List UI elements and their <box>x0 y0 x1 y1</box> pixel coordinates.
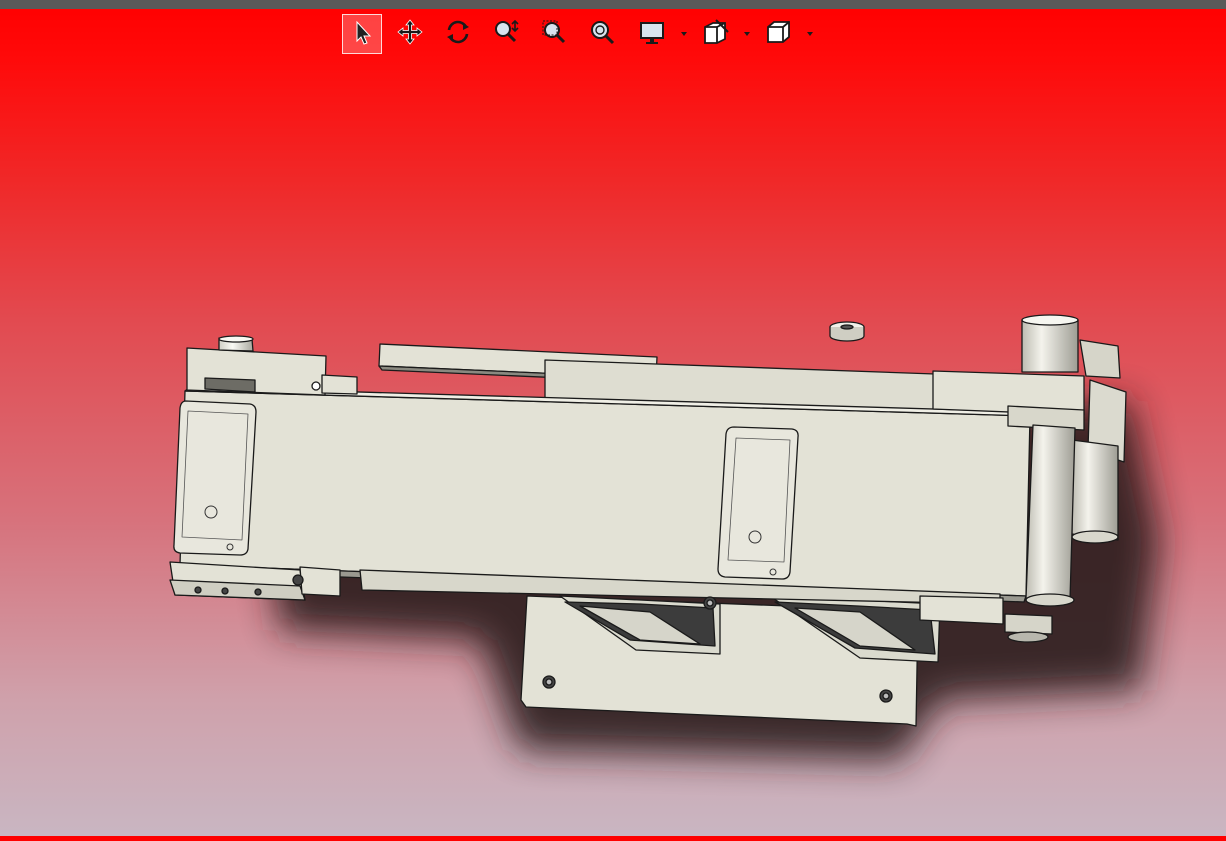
pan-tool-button[interactable] <box>390 14 430 54</box>
window-top-strip <box>0 0 1226 9</box>
section-view-button[interactable] <box>695 14 735 54</box>
phone-product-left <box>173 400 257 556</box>
display-style-icon <box>637 17 667 52</box>
section-view-dropdown[interactable] <box>742 28 752 38</box>
select-arrow-icon <box>347 17 377 52</box>
chevron-down-icon <box>806 24 814 42</box>
section-view-icon <box>700 17 730 52</box>
pan-move-icon <box>395 17 425 52</box>
rotate-view-icon <box>443 17 473 52</box>
chevron-down-icon <box>680 24 688 42</box>
zoom-in-out-button[interactable] <box>486 14 526 54</box>
view-orientation-button[interactable] <box>758 14 798 54</box>
rotate-tool-button[interactable] <box>438 14 478 54</box>
conveyor-assembly-model[interactable] <box>0 56 1226 836</box>
view-orientation-cube-icon <box>763 17 793 52</box>
zoom-to-area-icon <box>539 17 569 52</box>
display-style-button[interactable] <box>632 14 672 54</box>
phone-product-right <box>717 426 799 580</box>
conveyor-belt <box>179 390 1031 597</box>
zoom-in-out-icon <box>491 17 521 52</box>
display-style-dropdown[interactable] <box>679 28 689 38</box>
3d-graphics-viewport[interactable] <box>0 56 1226 836</box>
zoom-to-area-button[interactable] <box>534 14 574 54</box>
view-orientation-dropdown[interactable] <box>805 28 815 38</box>
zoom-to-fit-icon <box>587 17 617 52</box>
chevron-down-icon <box>743 24 751 42</box>
zoom-to-fit-button[interactable] <box>582 14 622 54</box>
select-tool-button[interactable] <box>342 14 382 54</box>
